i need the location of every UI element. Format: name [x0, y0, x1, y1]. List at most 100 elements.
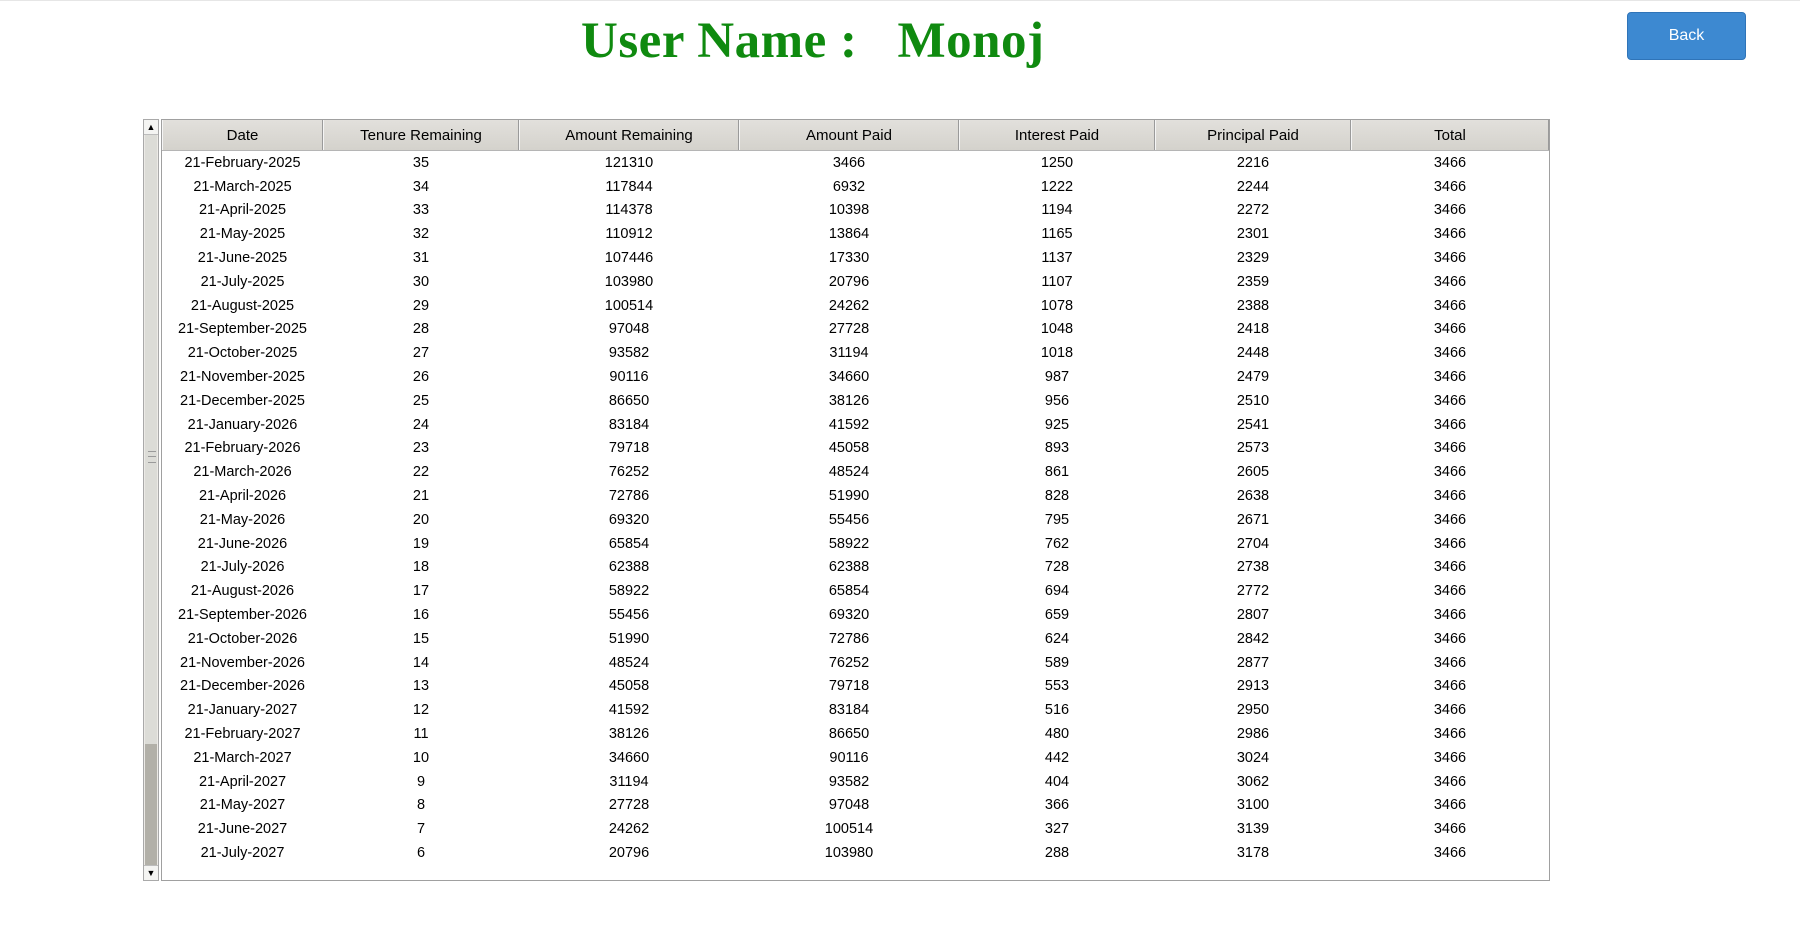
table-row[interactable]: 21-May-2027 8 27728 97048 366 3100 3466 — [162, 794, 1549, 818]
table-row[interactable]: 21-December-2025 25 86650 38126 956 2510 3466 — [162, 389, 1549, 413]
cell-interest-paid: 516 — [1044, 702, 1070, 719]
cell-tenure-remaining: 30 — [412, 273, 430, 290]
cell-interest-paid: 442 — [1044, 749, 1070, 766]
table-row[interactable]: 21-February-2027 11 38126 86650 480 2986 3466 — [162, 722, 1549, 746]
cell-tenure-remaining: 16 — [412, 607, 430, 624]
table-row[interactable]: 21-April-2027 9 31194 93582 404 3062 3466 — [162, 770, 1549, 794]
cell-amount-paid: 48524 — [828, 464, 870, 481]
cell-amount-remaining: 24262 — [608, 821, 650, 838]
back-button[interactable]: Back — [1627, 12, 1746, 60]
cell-principal-paid: 2671 — [1236, 511, 1270, 528]
table-row[interactable]: 21-March-2025 34 117844 6932 1222 2244 3466 — [162, 175, 1549, 199]
cell-principal-paid: 2272 — [1236, 202, 1270, 219]
table-row[interactable]: 21-May-2026 20 69320 55456 795 2671 3466 — [162, 508, 1549, 532]
cell-interest-paid: 1137 — [1041, 250, 1073, 267]
cell-total: 3466 — [1433, 392, 1467, 409]
column-header-date[interactable]: Date — [162, 120, 323, 150]
cell-principal-paid: 2329 — [1236, 250, 1270, 267]
table-row[interactable]: 21-July-2027 6 20796 103980 288 3178 3466 — [162, 841, 1549, 865]
table-row[interactable]: 21-August-2025 29 100514 24262 1078 2388 3466 — [162, 294, 1549, 318]
cell-date: 21-January-2026 — [187, 416, 298, 433]
cell-amount-remaining: 86650 — [608, 392, 650, 409]
cell-interest-paid: 1194 — [1041, 202, 1073, 219]
user-name-value: Monoj — [897, 13, 1045, 69]
cell-amount-paid: 20796 — [828, 273, 870, 290]
table-row[interactable]: 21-June-2027 7 24262 100514 327 3139 3466 — [162, 817, 1549, 841]
cell-interest-paid: 404 — [1044, 773, 1070, 790]
table-row[interactable]: 21-January-2027 12 41592 83184 516 2950 3466 — [162, 698, 1549, 722]
cell-tenure-remaining: 22 — [412, 464, 430, 481]
scroll-up-icon[interactable]: ▲ — [144, 120, 158, 135]
cell-date: 21-September-2025 — [178, 321, 307, 338]
vertical-scrollbar[interactable]: ▲ ▼ — [143, 119, 159, 881]
cell-date: 21-March-2025 — [193, 178, 292, 195]
amortization-table: Date Tenure Remaining Amount Remaining A… — [161, 119, 1550, 881]
cell-amount-remaining: 41592 — [608, 702, 650, 719]
table-row[interactable]: 21-February-2025 35 121310 3466 1250 2216 3466 — [162, 151, 1549, 175]
cell-principal-paid: 3100 — [1236, 797, 1270, 814]
table-row[interactable]: 21-August-2026 17 58922 65854 694 2772 3466 — [162, 579, 1549, 603]
table-row[interactable]: 21-February-2026 23 79718 45058 893 2573 3466 — [162, 437, 1549, 461]
cell-tenure-remaining: 11 — [413, 726, 429, 743]
column-header-amount-paid[interactable]: Amount Paid — [739, 120, 959, 150]
cell-total: 3466 — [1433, 773, 1467, 790]
cell-interest-paid: 624 — [1044, 630, 1070, 647]
cell-principal-paid: 2418 — [1236, 321, 1270, 338]
cell-interest-paid: 480 — [1044, 726, 1070, 743]
cell-amount-paid: 103980 — [824, 845, 874, 861]
cell-date: 21-December-2025 — [180, 392, 305, 409]
table-row[interactable]: 21-March-2026 22 76252 48524 861 2605 3466 — [162, 460, 1549, 484]
table-row[interactable]: 21-January-2026 24 83184 41592 925 2541 3466 — [162, 413, 1549, 437]
cell-principal-paid: 2301 — [1236, 226, 1270, 243]
cell-principal-paid: 2388 — [1236, 297, 1270, 314]
amortization-table-container: ▲ ▼ Date Tenure Remaining Amount Remaini… — [143, 119, 1550, 881]
column-header-amount-remaining[interactable]: Amount Remaining — [519, 120, 739, 150]
cell-date: 21-January-2027 — [187, 702, 298, 719]
table-row[interactable]: 21-December-2026 13 45058 79718 553 2913 3466 — [162, 675, 1549, 699]
scrollbar-thumb[interactable] — [145, 744, 157, 865]
table-row[interactable]: 21-September-2025 28 97048 27728 1048 2418 346… — [162, 318, 1549, 342]
cell-principal-paid: 2807 — [1236, 607, 1270, 624]
cell-date: 21-June-2025 — [197, 250, 288, 267]
table-row[interactable]: 21-July-2026 18 62388 62388 728 2738 3466 — [162, 556, 1549, 580]
cell-principal-paid: 2359 — [1236, 273, 1270, 290]
cell-amount-paid: 38126 — [828, 392, 870, 409]
cell-date: 21-July-2027 — [200, 845, 285, 861]
cell-interest-paid: 589 — [1044, 654, 1070, 671]
table-row[interactable]: 21-July-2025 30 103980 20796 1107 2359 3466 — [162, 270, 1549, 294]
cell-interest-paid: 893 — [1044, 440, 1070, 457]
table-row[interactable]: 21-November-2026 14 48524 76252 589 2877 3466 — [162, 651, 1549, 675]
cell-total: 3466 — [1433, 154, 1467, 171]
column-header-principal-paid[interactable]: Principal Paid — [1155, 120, 1351, 150]
cell-interest-paid: 1222 — [1040, 178, 1074, 195]
table-row[interactable]: 21-October-2026 15 51990 72786 624 2842 3466 — [162, 627, 1549, 651]
table-row[interactable]: 21-June-2026 19 65854 58922 762 2704 3466 — [162, 532, 1549, 556]
table-row[interactable]: 21-April-2026 21 72786 51990 828 2638 3466 — [162, 484, 1549, 508]
table-row[interactable]: 21-April-2025 33 114378 10398 1194 2272 3466 — [162, 199, 1549, 223]
cell-interest-paid: 925 — [1044, 416, 1070, 433]
cell-total: 3466 — [1433, 583, 1467, 600]
cell-date: 21-October-2025 — [187, 345, 298, 362]
cell-total: 3466 — [1433, 654, 1467, 671]
cell-interest-paid: 828 — [1044, 488, 1070, 505]
table-row[interactable]: 21-June-2025 31 107446 17330 1137 2329 3466 — [162, 246, 1549, 270]
cell-amount-paid: 72786 — [828, 630, 870, 647]
column-header-total[interactable]: Total — [1351, 120, 1549, 150]
cell-amount-remaining: 62388 — [608, 559, 650, 576]
table-row[interactable]: 21-September-2026 16 55456 69320 659 2807 3466 — [162, 603, 1549, 627]
cell-interest-paid: 861 — [1044, 464, 1070, 481]
cell-principal-paid: 2216 — [1236, 154, 1270, 171]
table-row[interactable]: 21-March-2027 10 34660 90116 442 3024 3466 — [162, 746, 1549, 770]
cell-total: 3466 — [1433, 749, 1467, 766]
cell-date: 21-November-2025 — [180, 369, 305, 386]
table-row[interactable]: 21-May-2025 32 110912 13864 1165 2301 3466 — [162, 222, 1549, 246]
cell-total: 3466 — [1433, 321, 1467, 338]
column-header-tenure-remaining[interactable]: Tenure Remaining — [323, 120, 519, 150]
table-row[interactable]: 21-November-2025 26 90116 34660 987 2479 3466 — [162, 365, 1549, 389]
scroll-down-icon[interactable]: ▼ — [144, 865, 158, 880]
cell-amount-remaining: 51990 — [608, 630, 650, 647]
cell-amount-remaining: 72786 — [608, 488, 650, 505]
table-row[interactable]: 21-October-2025 27 93582 31194 1018 2448 3466 — [162, 341, 1549, 365]
column-header-interest-paid[interactable]: Interest Paid — [959, 120, 1155, 150]
cell-tenure-remaining: 17 — [412, 583, 430, 600]
